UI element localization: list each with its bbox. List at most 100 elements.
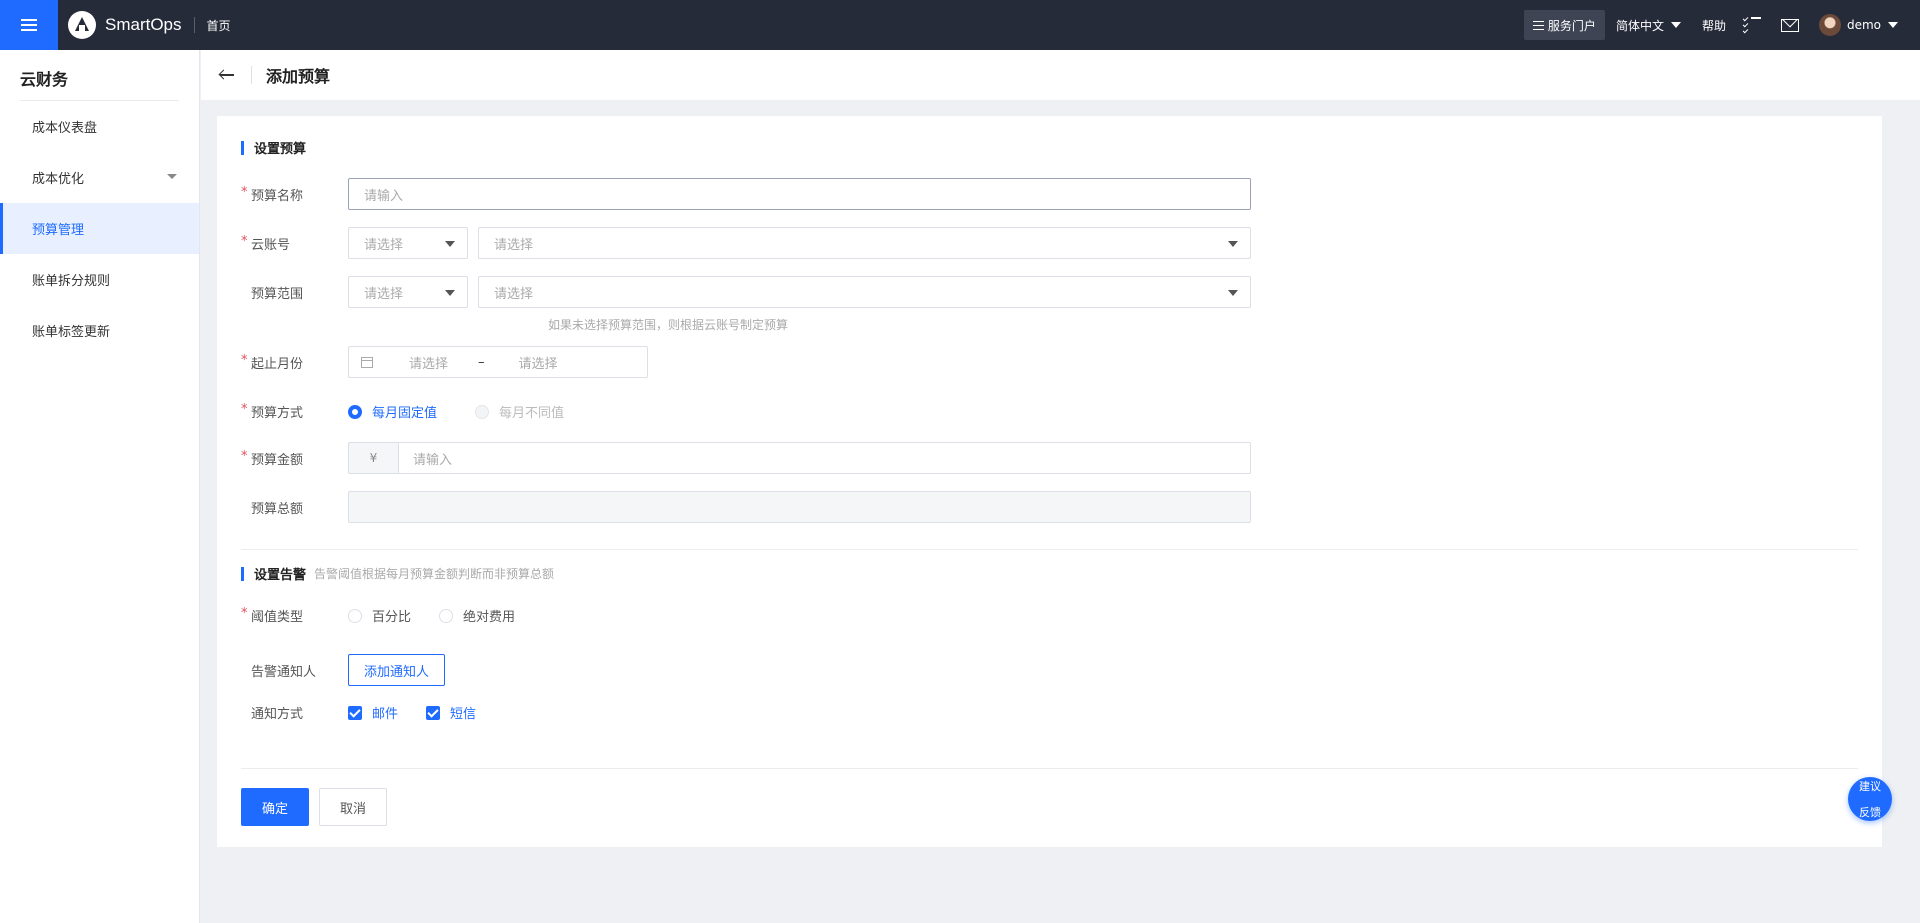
label-text: 预算方式 [251, 406, 304, 421]
period-label: * 起止月份 [241, 353, 348, 372]
required-mark: * [241, 448, 248, 464]
chevron-down-icon [1670, 22, 1681, 28]
smartops-logo-icon [68, 11, 96, 39]
list-icon [1532, 20, 1544, 30]
label-text: 预算名称 [251, 188, 304, 204]
header-divider [251, 66, 252, 84]
mode-variable-radio[interactable]: 每月不同值 [475, 402, 564, 421]
section-divider [241, 549, 1858, 550]
budget-scope-select[interactable]: 请选择 [478, 276, 1251, 308]
budget-amount-input[interactable]: 请输入 [398, 442, 1251, 474]
range-separator: – [478, 354, 485, 370]
sidebar-item-label: 预算管理 [32, 223, 85, 238]
back-arrow-icon[interactable] [219, 69, 235, 81]
notifier-row: 告警通知人 添加通知人 [241, 654, 446, 686]
cloud-account-type-select[interactable]: 请选择 [348, 227, 468, 259]
budget-total-field [348, 491, 1251, 523]
user-menu[interactable]: demo [1799, 14, 1898, 36]
notify-method-label: 通知方式 [241, 703, 348, 722]
hamburger-icon [21, 19, 37, 31]
budget-scope-type-select[interactable]: 请选择 [348, 276, 468, 308]
chevron-down-icon [445, 290, 455, 296]
required-mark: * [241, 184, 248, 200]
add-notifier-button[interactable]: 添加通知人 [348, 654, 446, 686]
help-link[interactable]: 帮助 [1702, 17, 1726, 34]
sidebar-item-bill-tag-update[interactable]: 账单标签更新 [0, 305, 199, 356]
mode-fixed-radio[interactable]: 每月固定值 [348, 402, 437, 421]
threshold-type-label: * 阈值类型 [241, 606, 348, 625]
brand-logo[interactable]: SmartOps [68, 11, 182, 39]
user-name: demo [1846, 18, 1881, 32]
nav-divider [193, 17, 195, 33]
section-accent-bar [241, 566, 244, 581]
top-navigation-bar: SmartOps 首页 服务门户 简体中文 帮助 demo [0, 0, 1920, 50]
label-text: 预算范围 [251, 286, 304, 302]
cloud-account-row: * 云账号 请选择 请选择 [241, 227, 1251, 259]
budget-name-label: * 预算名称 [241, 185, 348, 204]
chevron-down-icon [167, 174, 177, 179]
placeholder-text: 请输入 [364, 188, 404, 204]
sidebar-item-budget-management[interactable]: 预算管理 [0, 203, 199, 254]
radio-label: 每月不同值 [499, 406, 565, 421]
currency-prefix: ¥ [348, 442, 398, 474]
placeholder-text: 请选择 [364, 237, 404, 253]
end-month-placeholder: 请选择 [518, 356, 558, 372]
placeholder-text: 请选择 [494, 286, 534, 302]
required-mark: * [241, 352, 248, 368]
label-text: 告警通知人 [251, 664, 317, 680]
cancel-button[interactable]: 取消 [319, 788, 387, 826]
sidebar-item-cost-optimization[interactable]: 成本优化 [0, 152, 199, 203]
radio-dot [348, 608, 362, 623]
method-sms-checkbox[interactable]: 短信 [426, 703, 476, 722]
required-mark: * [241, 233, 248, 249]
cloud-account-select[interactable]: 请选择 [478, 227, 1251, 259]
sidebar-title: 云财务 [20, 70, 69, 89]
threshold-absolute-radio[interactable]: 绝对费用 [439, 606, 515, 625]
period-row: * 起止月份 请选择 – 请选择 [241, 346, 648, 378]
method-email-checkbox[interactable]: 邮件 [348, 703, 398, 722]
feedback-label-line1: 建议 [1859, 779, 1881, 793]
sidebar-item-cost-dashboard[interactable]: 成本仪表盘 [0, 101, 199, 152]
service-portal-button[interactable]: 服务门户 [1523, 10, 1605, 40]
service-portal-label: 服务门户 [1547, 18, 1596, 33]
radio-dot [475, 404, 490, 419]
feedback-button[interactable]: 建议 反馈 [1848, 777, 1892, 821]
placeholder-text: 请输入 [413, 452, 453, 468]
label-text: 阈值类型 [251, 610, 304, 625]
task-list-icon[interactable] [1742, 15, 1761, 34]
checkbox-label: 邮件 [372, 707, 399, 722]
chevron-down-icon [445, 241, 455, 247]
budget-section-title: 设置预算 [241, 138, 306, 157]
budget-scope-label: 预算范围 [241, 283, 348, 302]
page-header: 添加预算 [201, 50, 1920, 100]
budget-total-row: 预算总额 [241, 491, 1251, 523]
cloud-account-label: * 云账号 [241, 234, 348, 253]
home-link[interactable]: 首页 [207, 17, 231, 34]
language-label: 简体中文 [1615, 18, 1664, 33]
threshold-percent-radio[interactable]: 百分比 [348, 606, 411, 625]
budget-scope-row: 预算范围 请选择 请选择 [241, 276, 1251, 308]
required-mark: * [241, 606, 248, 621]
budget-mode-row: * 预算方式 每月固定值 每月不同值 [241, 402, 592, 421]
budget-name-row: * 预算名称 请输入 [241, 178, 1251, 210]
start-month-placeholder: 请选择 [409, 356, 449, 372]
budget-amount-label: * 预算金额 [241, 449, 348, 468]
month-range-picker[interactable]: 请选择 – 请选择 [348, 346, 648, 378]
mail-icon[interactable] [1780, 18, 1799, 32]
sidebar: 云财务 成本仪表盘 成本优化 预算管理 账单拆分规则 账单标签更新 [0, 50, 200, 923]
calendar-icon [361, 356, 373, 368]
radio-label: 绝对费用 [463, 610, 516, 625]
sidebar-item-bill-split-rules[interactable]: 账单拆分规则 [0, 254, 199, 305]
topbar-right-group: 服务门户 简体中文 帮助 demo [1523, 0, 1920, 50]
budget-amount-row: * 预算金额 ¥ 请输入 [241, 442, 1251, 474]
budget-name-input[interactable]: 请输入 [348, 178, 1251, 210]
radio-dot [348, 404, 362, 419]
label-text: 云账号 [251, 237, 291, 253]
language-selector[interactable]: 简体中文 [1616, 17, 1681, 34]
menu-toggle-button[interactable] [0, 0, 58, 50]
checkbox-checked-icon [348, 705, 362, 720]
checkbox-checked-icon [426, 705, 441, 720]
confirm-button[interactable]: 确定 [241, 788, 309, 826]
budget-amount-input-group: ¥ 请输入 [348, 442, 1251, 474]
section-title-text: 设置预算 [254, 142, 307, 157]
